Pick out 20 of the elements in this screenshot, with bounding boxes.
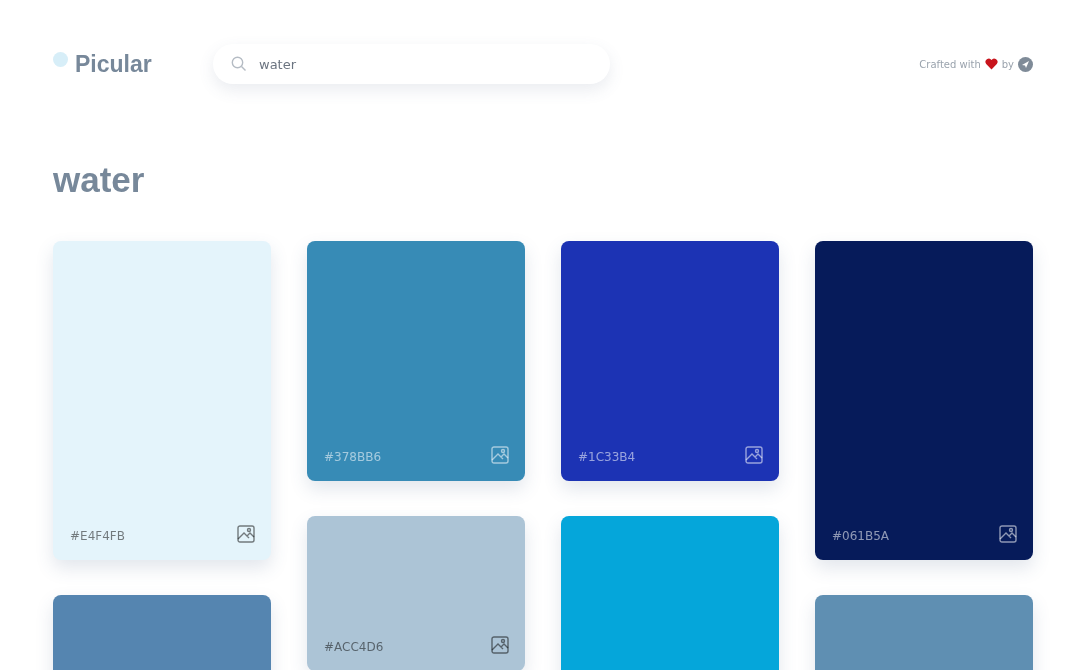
credit-text: by — [1001, 58, 1014, 70]
heart-icon — [984, 58, 998, 70]
page-title: water — [52, 159, 146, 201]
color-swatch-card[interactable]: #E4F4FB — [53, 241, 271, 560]
image-icon[interactable] — [491, 636, 509, 654]
hex-code: #378BB6 — [324, 450, 382, 464]
hex-code: #061B5A — [832, 529, 890, 543]
logo-icon — [53, 51, 68, 67]
color-swatch-card[interactable]: #1C33B4 — [561, 241, 779, 481]
image-icon[interactable] — [237, 525, 255, 543]
color-swatch-card[interactable]: #ACC4D6 — [307, 516, 525, 670]
logo-text[interactable]: Picular — [75, 50, 152, 78]
hex-code: #E4F4FB — [70, 529, 125, 543]
credit-text: Crafted with — [919, 58, 981, 70]
hex-code: #1C33B4 — [578, 450, 636, 464]
search-field[interactable]: water — [213, 44, 610, 84]
paper-plane-icon[interactable] — [1018, 56, 1033, 72]
color-swatch-card[interactable]: #061B5A — [815, 241, 1033, 560]
color-swatch-card[interactable]: #378BB6 — [307, 241, 525, 481]
hex-code: #ACC4D6 — [324, 640, 384, 654]
